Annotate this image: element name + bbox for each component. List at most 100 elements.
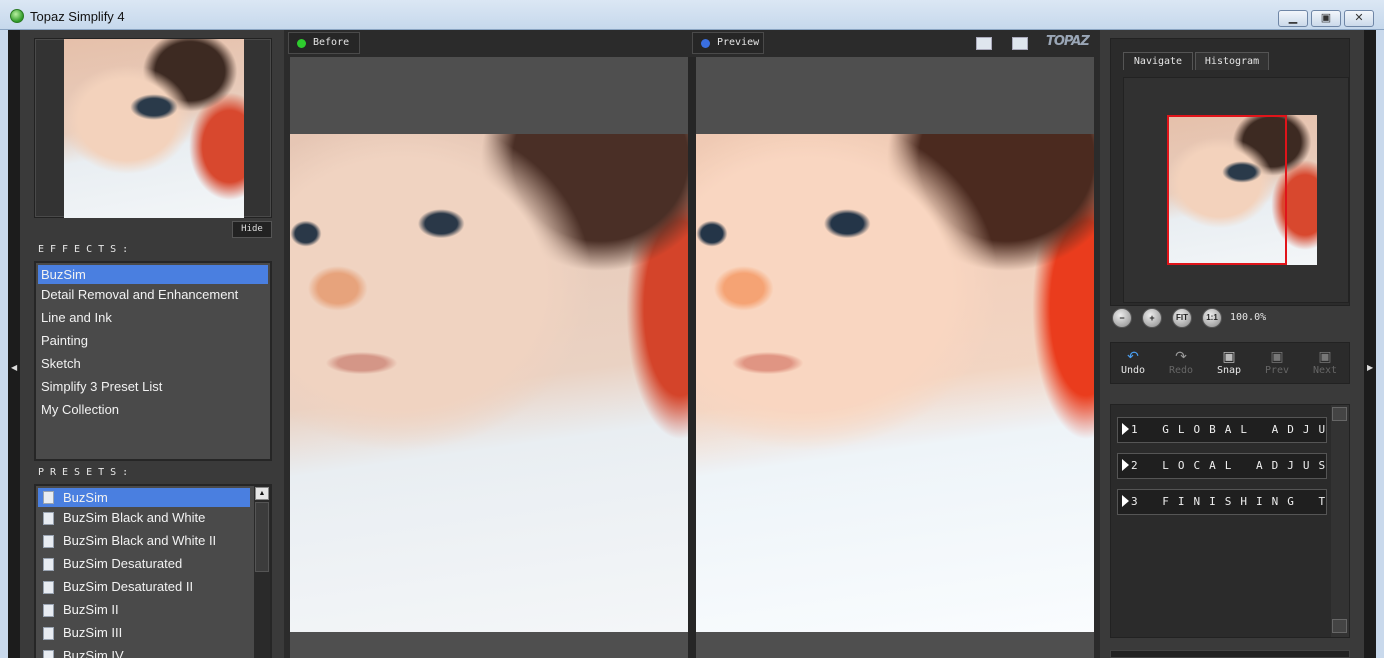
document-icon: [43, 650, 54, 658]
snap-label: Snap: [1216, 365, 1242, 376]
effects-heading: EFFECTS:: [38, 244, 135, 255]
document-icon: [43, 627, 54, 640]
preset-item[interactable]: BuzSim IV: [36, 645, 270, 658]
section-label: 2 LOCAL ADJUSTME: [1131, 459, 1326, 472]
effect-item-buzsim[interactable]: BuzSim: [38, 265, 268, 284]
split-divider[interactable]: [688, 57, 696, 658]
preview-dot-icon: [701, 39, 710, 48]
before-dot-icon: [297, 39, 306, 48]
local-adjustments-section[interactable]: 2 LOCAL ADJUSTME: [1117, 453, 1327, 479]
before-label: Before: [313, 37, 350, 48]
right-panel-toggle[interactable]: ▶: [1364, 30, 1376, 658]
undo-label: Undo: [1120, 365, 1146, 376]
preset-item[interactable]: BuzSim Black and White: [36, 507, 270, 530]
undo-icon: ↶: [1127, 348, 1139, 364]
left-panel-toggle[interactable]: ◀: [8, 30, 20, 658]
effect-item-line-and-ink[interactable]: Line and Ink: [36, 307, 270, 330]
title-bar: Topaz Simplify 4 ▁ ▣ ✕: [0, 0, 1384, 30]
section-label: 3 FINISHING TOUC: [1131, 495, 1326, 508]
preview-pane[interactable]: [696, 57, 1094, 658]
preset-item[interactable]: BuzSim Desaturated: [36, 553, 270, 576]
camera-icon: ▣: [1222, 348, 1236, 364]
preset-item[interactable]: BuzSim: [38, 488, 250, 507]
scroll-down-icon[interactable]: [1332, 619, 1347, 633]
before-tab[interactable]: Before: [288, 32, 360, 54]
left-panel: Hide EFFECTS: BuzSim Detail Removal and …: [22, 30, 284, 658]
preset-label: BuzSim Desaturated II: [63, 579, 194, 594]
close-button[interactable]: ✕: [1344, 10, 1374, 27]
document-icon: [43, 491, 54, 504]
history-toolbar: ↶ Undo ↷ Redo ▣ Snap ▣ Prev ▣ Next: [1110, 342, 1350, 384]
hide-thumbnail-button[interactable]: Hide: [232, 221, 272, 238]
thumbnail-frame: [34, 38, 272, 218]
scroll-up-icon[interactable]: [1332, 407, 1347, 421]
document-icon: [43, 512, 54, 525]
right-panel: Navigate Histogram − + FIT 1:1 100.0% ↶ …: [1100, 30, 1364, 658]
redo-label: Redo: [1168, 365, 1194, 376]
preview-label: Preview: [717, 37, 760, 48]
thumbnail-image: [64, 39, 244, 218]
preset-item[interactable]: BuzSim Desaturated II: [36, 576, 270, 599]
next-button[interactable]: ▣ Next: [1303, 347, 1347, 381]
window-title: Topaz Simplify 4: [30, 9, 125, 24]
zoom-in-icon[interactable]: +: [1142, 308, 1162, 328]
navigator-panel: Navigate Histogram: [1110, 38, 1350, 306]
preset-label: BuzSim II: [63, 602, 119, 617]
next-label: Next: [1312, 365, 1338, 376]
effects-list[interactable]: BuzSim Detail Removal and Enhancement Li…: [34, 261, 272, 461]
redo-icon: ↷: [1175, 348, 1187, 364]
prev-label: Prev: [1264, 365, 1290, 376]
effect-item-detail-removal[interactable]: Detail Removal and Enhancement: [36, 284, 270, 307]
undo-button[interactable]: ↶ Undo: [1111, 347, 1155, 381]
window-frame-right: [1376, 30, 1384, 658]
maximize-button[interactable]: ▣: [1311, 10, 1341, 27]
before-image: [290, 134, 688, 632]
tab-navigate[interactable]: Navigate: [1123, 52, 1193, 70]
adjustments-scrollbar[interactable]: [1331, 405, 1349, 637]
preset-item[interactable]: BuzSim II: [36, 599, 270, 622]
single-view-icon[interactable]: [976, 37, 992, 50]
section-label: 1 GLOBAL ADJUSTM: [1131, 423, 1326, 436]
preset-item[interactable]: BuzSim Black and White II: [36, 530, 270, 553]
prev-button[interactable]: ▣ Prev: [1255, 347, 1299, 381]
chevron-left-icon: ◀: [11, 363, 18, 372]
actual-size-button[interactable]: 1:1: [1202, 308, 1222, 328]
bottom-action-strip[interactable]: [1110, 650, 1350, 658]
presets-list[interactable]: ▲ BuzSim BuzSim Black and White BuzSim B…: [34, 484, 272, 658]
effect-item-painting[interactable]: Painting: [36, 330, 270, 353]
zoom-level: 100.0%: [1230, 312, 1267, 323]
preview-tab[interactable]: Preview: [692, 32, 764, 54]
adjustments-panel: 1 GLOBAL ADJUSTM 2 LOCAL ADJUSTME 3 FINI…: [1110, 404, 1350, 638]
effect-item-my-collection[interactable]: My Collection: [36, 399, 270, 422]
fit-zoom-button[interactable]: FIT: [1172, 308, 1192, 328]
split-view-icon[interactable]: [1012, 37, 1028, 50]
preset-label: BuzSim Desaturated: [63, 556, 183, 571]
navigator-viewport-rect[interactable]: [1167, 115, 1287, 265]
effect-item-sketch[interactable]: Sketch: [36, 353, 270, 376]
next-icon: ▣: [1318, 348, 1332, 364]
topaz-logo: TOPAZ: [1046, 34, 1090, 49]
before-pane[interactable]: [290, 57, 688, 658]
preset-label: BuzSim Black and White: [63, 510, 206, 525]
document-icon: [43, 581, 54, 594]
minimize-button[interactable]: ▁: [1278, 10, 1308, 27]
tab-histogram[interactable]: Histogram: [1195, 52, 1269, 70]
preset-label: BuzSim III: [63, 625, 123, 640]
preset-label: BuzSim Black and White II: [63, 533, 217, 548]
finishing-touches-section[interactable]: 3 FINISHING TOUC: [1117, 489, 1327, 515]
presets-heading: PRESETS:: [38, 467, 135, 478]
effect-item-simplify3-presets[interactable]: Simplify 3 Preset List: [36, 376, 270, 399]
expand-triangle-icon: [1122, 459, 1129, 471]
snap-button[interactable]: ▣ Snap: [1207, 347, 1251, 381]
document-icon: [43, 535, 54, 548]
preset-label: BuzSim IV: [63, 648, 124, 658]
zoom-out-icon[interactable]: −: [1112, 308, 1132, 328]
global-adjustments-section[interactable]: 1 GLOBAL ADJUSTM: [1117, 417, 1327, 443]
scroll-up-icon[interactable]: ▲: [255, 487, 269, 500]
expand-triangle-icon: [1122, 423, 1129, 435]
prev-icon: ▣: [1270, 348, 1284, 364]
redo-button[interactable]: ↷ Redo: [1159, 347, 1203, 381]
preset-item[interactable]: BuzSim III: [36, 622, 270, 645]
app-icon: [10, 9, 24, 23]
preset-label: BuzSim: [63, 490, 108, 505]
